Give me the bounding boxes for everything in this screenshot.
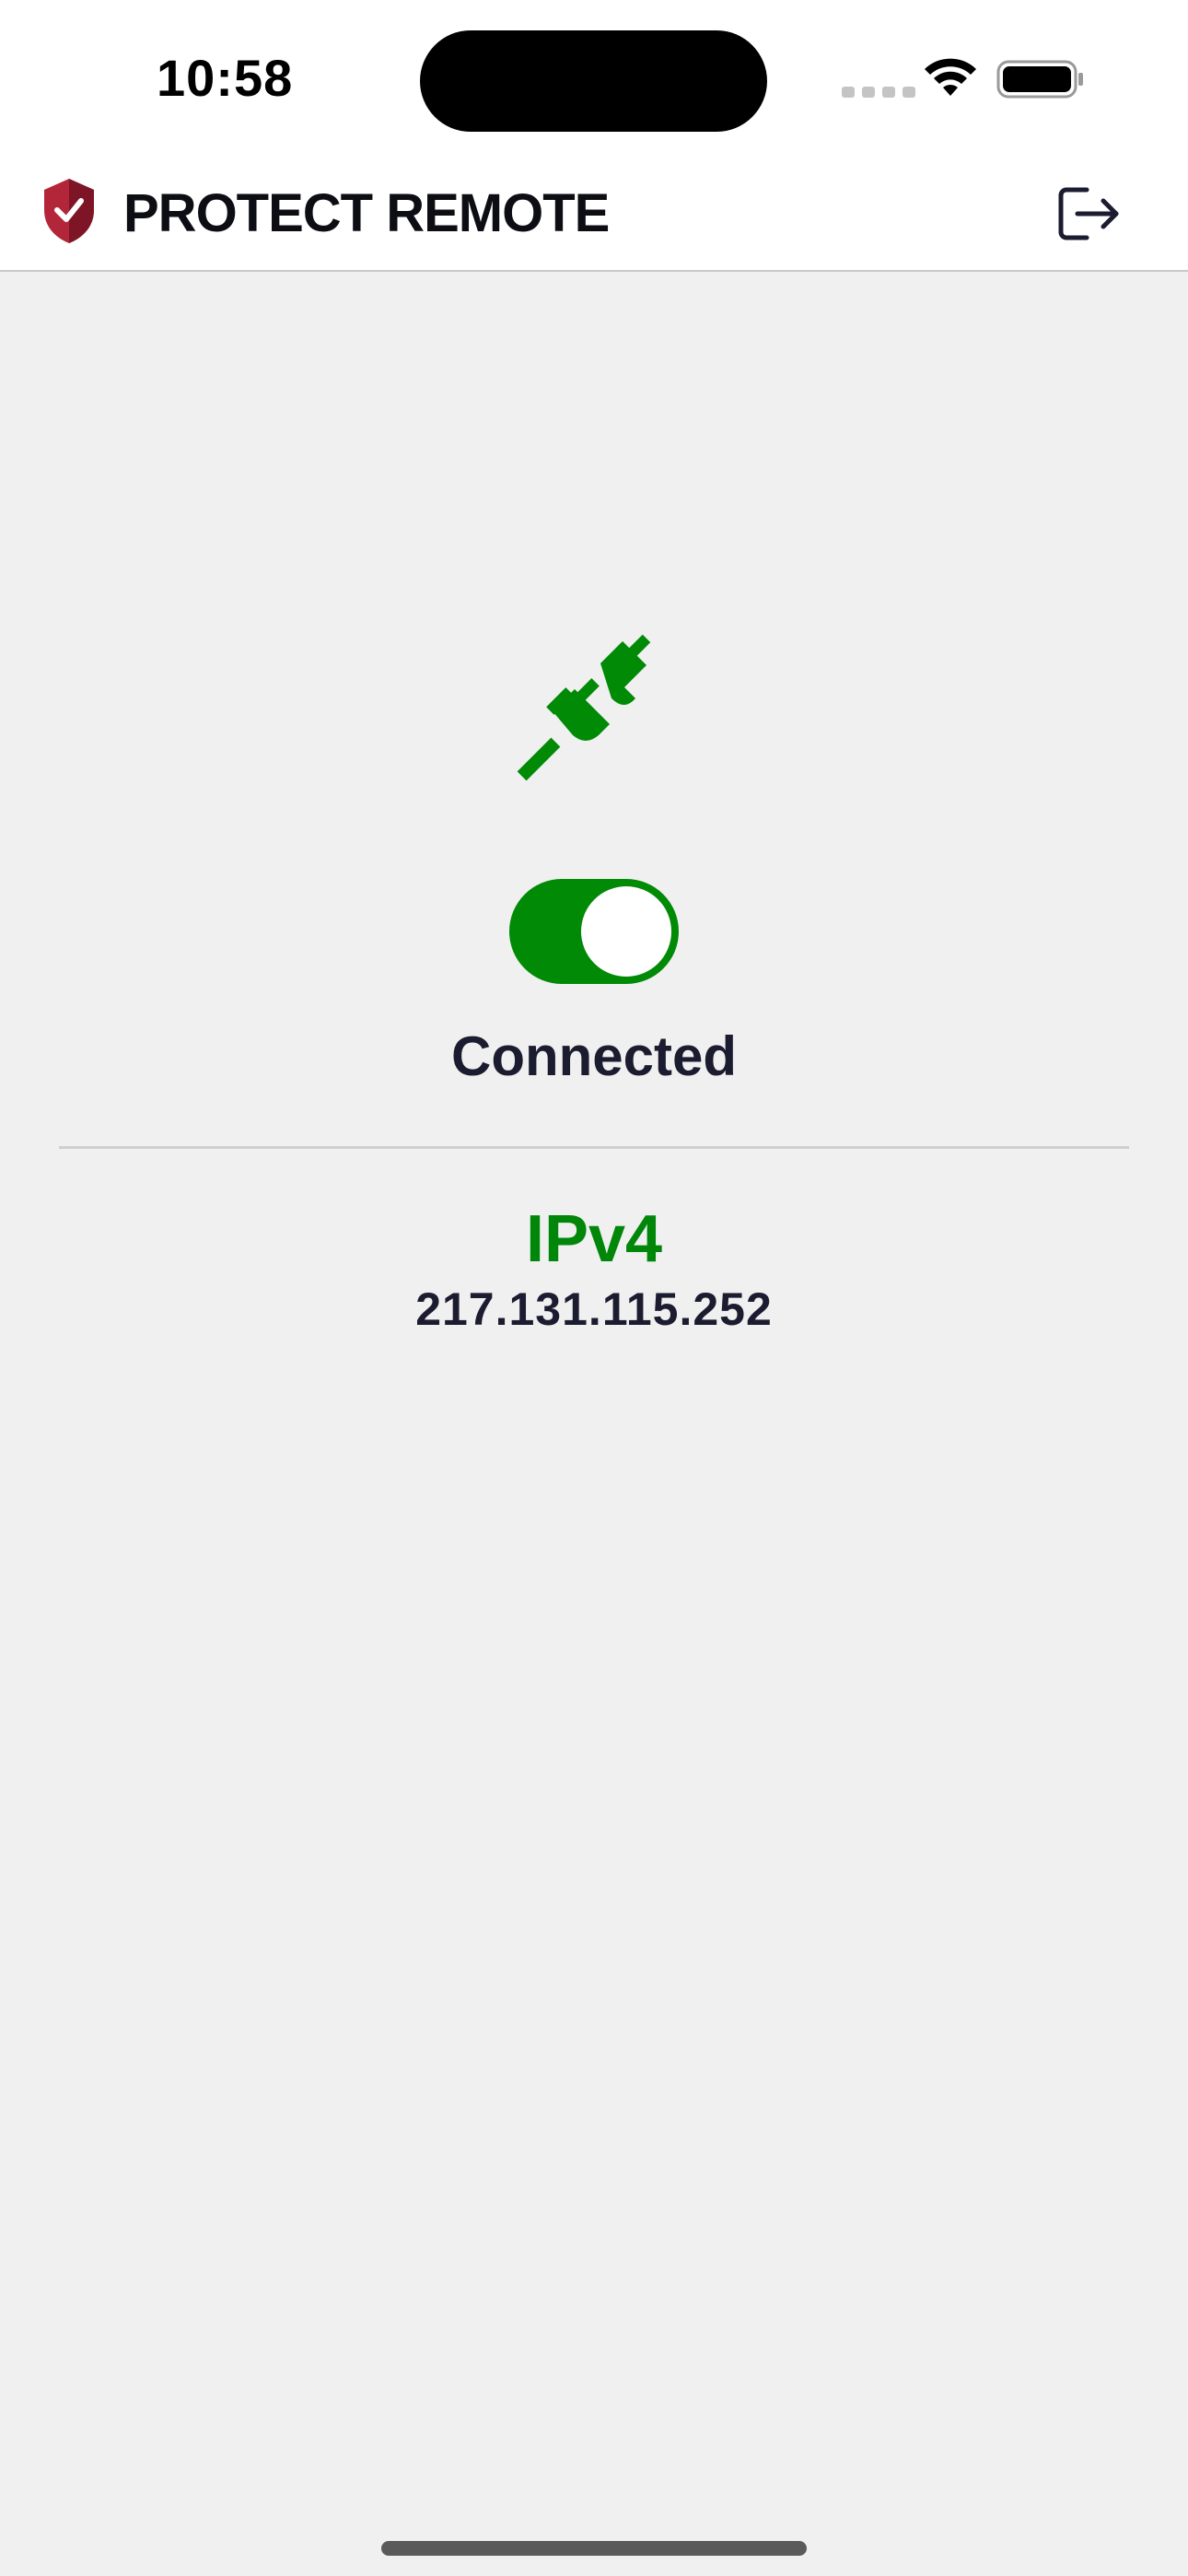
connection-status: Connected [450,1025,738,1087]
plug-connected-icon [517,634,651,781]
app-header: PROTECT REMOTE [0,157,1188,272]
ip-address: 217.131.115.252 [415,1283,773,1335]
status-bar: 10:58 [0,0,1188,157]
toggle-knob [581,886,671,977]
dynamic-island [420,30,767,132]
ip-version-label: IPv4 [525,1202,663,1276]
vpn-toggle[interactable] [509,879,679,984]
logout-button[interactable] [1050,177,1127,251]
wifi-icon [925,58,976,96]
logout-icon [1058,187,1119,240]
home-indicator [381,2541,807,2556]
app-title: PROTECT REMOTE [123,183,610,243]
shield-check-icon [44,179,94,243]
cellular-signal-icon [842,87,915,98]
status-time: 10:58 [157,49,294,107]
battery-icon [996,60,1083,99]
divider [59,1146,1129,1149]
